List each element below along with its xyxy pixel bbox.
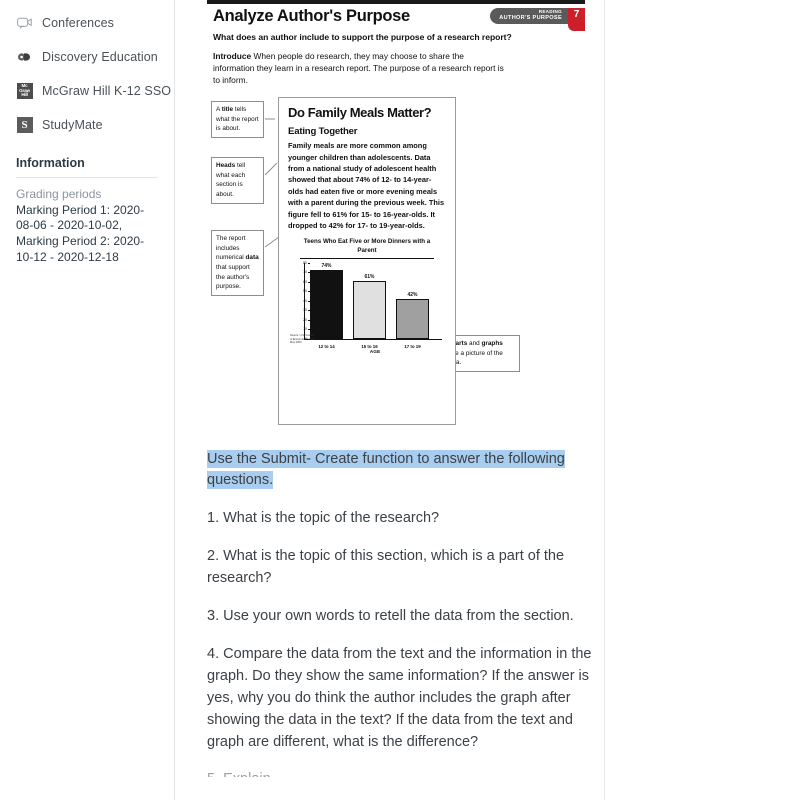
chart-x-axis-label: AGE <box>369 349 381 355</box>
sidebar-item-mcgraw-hill[interactable]: Mc Graw Hill McGraw Hill K-12 SSO <box>0 74 174 108</box>
question-item-1: 1. What is the topic of the research? <box>207 509 440 526</box>
chart-bar <box>310 269 343 339</box>
video-conference-icon <box>16 15 33 32</box>
x-tick-label: 15 to 16 <box>361 343 378 349</box>
chart-bar <box>353 280 386 339</box>
worksheet-subtitle: What does an author include to support t… <box>213 32 512 42</box>
studymate-logo-letter: S <box>16 117 33 133</box>
callout-prefix: The report includes numerical <box>216 234 246 262</box>
y-tick-label: 20 <box>296 318 310 323</box>
sidebar-item-studymate[interactable]: S StudyMate <box>0 108 174 142</box>
y-tick-label: 30 <box>296 309 310 313</box>
chart-bar-group: 74% <box>310 263 343 339</box>
callout-rest: that support the author's purpose. <box>216 263 250 291</box>
callout-data: The report includes numerical data that … <box>211 229 264 297</box>
callout-bold: title <box>221 105 234 113</box>
grading-periods-label: Grading periods <box>16 187 102 201</box>
chart-bars: 74% 61% 42% <box>310 263 440 339</box>
sidebar-item-label: Conferences <box>42 16 114 30</box>
chart-x-axis <box>304 338 442 340</box>
worksheet-title: Analyze Author's Purpose <box>213 7 410 25</box>
course-sidebar: Conferences Discovery Education Mc Graw … <box>0 0 175 800</box>
mcgraw-logo-line: Hill <box>21 92 28 98</box>
article-title: Do Family Meals Matter? <box>288 104 432 120</box>
sidebar-item-label: StudyMate <box>42 118 103 132</box>
mcgraw-hill-logo-icon: Mc Graw Hill <box>16 83 33 100</box>
grading-periods-value: Marking Period 1: 2020-08-06 - 2020-10-0… <box>16 202 145 265</box>
chart-x-tick-labels: 12 to 14 15 to 16 17 to 19 <box>310 344 440 349</box>
chart-bar-value-label: 74% <box>321 262 332 269</box>
sidebar-item-conferences[interactable]: Conferences <box>0 6 174 40</box>
article-excerpt: Do Family Meals Matter? Eating Together … <box>278 96 456 425</box>
callout-heads: Heads tell what each section is about. <box>211 156 264 204</box>
y-tick-label: 80 <box>296 261 310 266</box>
studymate-logo-icon: S <box>16 117 33 134</box>
introduce-text: When people do research, they may choose… <box>213 51 504 85</box>
chart-bar-value-label: 42% <box>407 291 418 298</box>
bar-chart: Teens Who Eat Five or More Dinners with … <box>288 238 446 355</box>
discovery-education-logo-icon <box>16 49 33 66</box>
chart-bar-value-label: 61% <box>364 273 375 280</box>
information-heading: Information <box>16 156 158 178</box>
x-tick-label: 17 to 19 <box>404 343 421 349</box>
badge-line-2: AUTHOR'S PURPOSE <box>499 14 562 21</box>
callout-title: A title tells what the report is about. <box>211 100 264 138</box>
y-tick-label: 70 <box>296 271 310 275</box>
question-item-4: 4. Compare the data from the text and th… <box>207 645 592 751</box>
worksheet-article-zone: A title tells what the report is about. … <box>207 96 585 427</box>
sidebar-item-label: McGraw Hill K-12 SSO <box>42 84 172 98</box>
callout-bold: Heads <box>216 161 236 169</box>
chart-title: Teens Who Eat Five or More Dinners with … <box>300 238 434 259</box>
highlighted-instruction: Use the Submit- Create function to answe… <box>207 449 565 489</box>
article-body-text: Family meals are more common among young… <box>288 141 445 231</box>
question-item-5-cutoff: 5. Explain <box>207 769 599 777</box>
worksheet-badge: READING AUTHOR'S PURPOSE 7 <box>490 8 585 31</box>
y-tick-label: 40 <box>296 299 310 304</box>
sidebar-item-label: Discovery Education <box>42 50 158 64</box>
chart-bar-group: 61% <box>353 263 386 339</box>
callout-bold-2: graphs <box>481 339 503 347</box>
worksheet-lesson-number: 7 <box>568 8 585 31</box>
page-root: Conferences Discovery Education Mc Graw … <box>0 0 800 800</box>
y-tick-label: 10 <box>296 328 310 332</box>
question-item-3: 3. Use your own words to retell the data… <box>207 607 574 624</box>
introduce-label: Introduce <box>213 51 252 61</box>
chart-plot-area: 80 70 60 50 40 30 20 10 0 74% 61% 42% 12… <box>290 261 442 349</box>
information-section: Information Grading periods Marking Peri… <box>0 156 174 266</box>
worksheet-introduce-paragraph: Introduce When people do research, they … <box>207 42 507 87</box>
callout-rest: and <box>467 339 482 347</box>
assignment-content: Analyze Author's Purpose READING AUTHOR'… <box>175 0 605 800</box>
y-tick-label: 60 <box>296 280 310 285</box>
chart-bar-group: 42% <box>396 263 429 339</box>
chart-source-note: Source: U.S. Council of Economic Adviser… <box>290 334 316 345</box>
callout-bold: data <box>245 254 259 262</box>
chart-bar <box>396 298 429 339</box>
article-section-head: Eating Together <box>288 126 358 138</box>
y-tick-label: 50 <box>296 290 310 294</box>
instruction-paragraph: Use the Submit- Create function to answe… <box>207 449 599 491</box>
sidebar-item-discovery-education[interactable]: Discovery Education <box>0 40 174 74</box>
questions-section: Use the Submit- Create function to answe… <box>207 427 599 777</box>
worksheet-image: Analyze Author's Purpose READING AUTHOR'… <box>207 0 585 427</box>
right-gutter <box>605 0 800 800</box>
question-item-2: 2. What is the topic of this section, wh… <box>207 547 565 586</box>
